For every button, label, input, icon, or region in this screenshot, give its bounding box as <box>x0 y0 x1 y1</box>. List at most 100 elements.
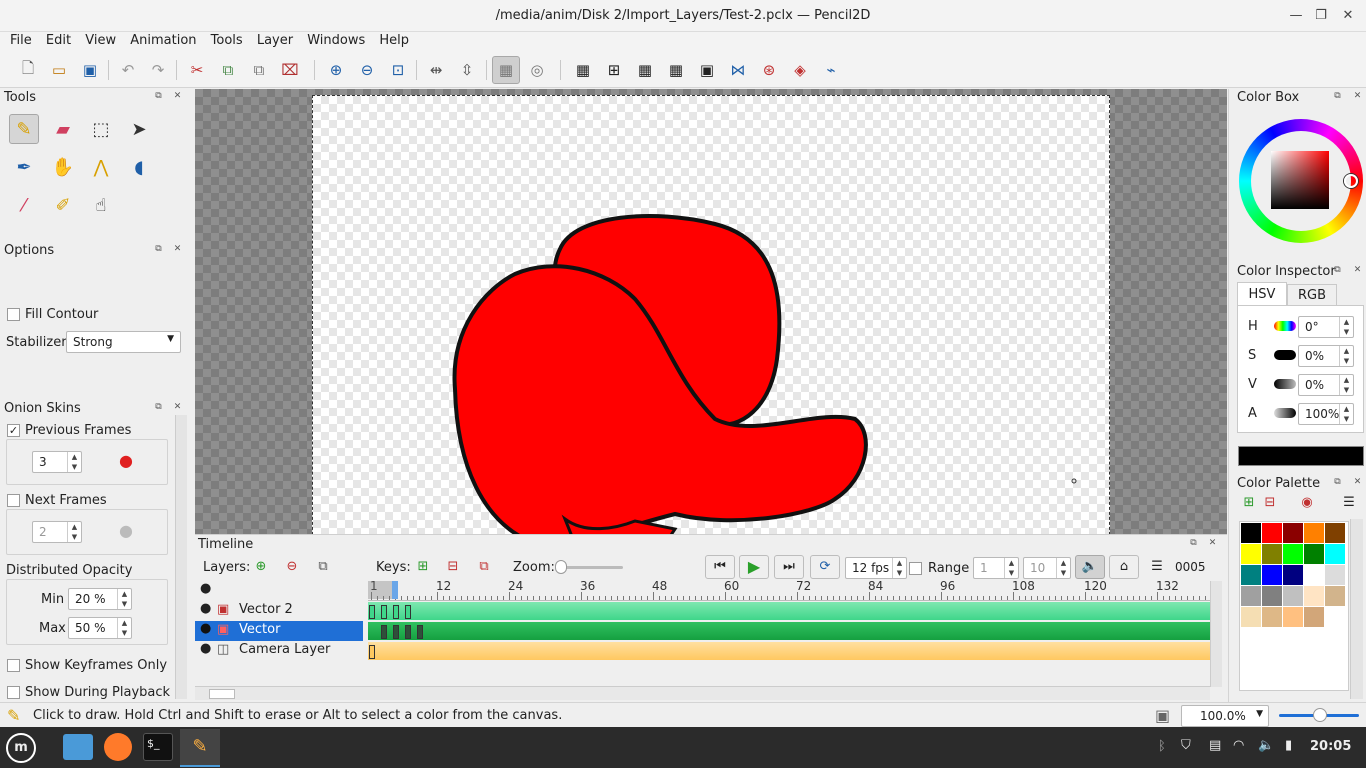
tab-hsv[interactable]: HSV <box>1237 282 1287 306</box>
options-float-button[interactable]: ⧉ <box>154 245 163 254</box>
smudge-icon[interactable]: ☝ <box>86 190 116 220</box>
palette-swatch[interactable] <box>1304 544 1324 564</box>
palette-swatch[interactable] <box>1283 544 1303 564</box>
sound-icon[interactable]: 🔈 <box>1075 555 1105 579</box>
eyedropper-icon[interactable]: ⁄ <box>9 190 39 220</box>
volume-icon[interactable]: 🔈 <box>1258 738 1274 753</box>
files-icon[interactable] <box>63 734 93 760</box>
tools-float-button[interactable]: ⧉ <box>154 92 163 101</box>
center-icon[interactable]: ⊞ <box>603 59 625 81</box>
visibility-dot-icon[interactable]: ● <box>200 581 211 596</box>
palette-swatch[interactable] <box>1283 586 1303 606</box>
redo-icon[interactable]: ↷ <box>147 59 169 81</box>
polyline-icon[interactable]: ⋀ <box>86 152 116 182</box>
pencil2d-icon[interactable]: ✎ <box>180 729 220 767</box>
onion-grey-bulb-icon[interactable]: ● <box>119 521 133 540</box>
remove-layer-icon[interactable]: ⊖ <box>282 559 302 577</box>
select-icon[interactable]: ⬚ <box>86 114 116 144</box>
zoom-select[interactable]: 100.0% ▼ <box>1181 705 1269 727</box>
keyframe[interactable] <box>381 605 387 619</box>
palette-swatch[interactable] <box>1325 523 1345 543</box>
palette-swatch[interactable] <box>1262 565 1282 585</box>
palette-swatch[interactable] <box>1240 522 1262 544</box>
golden-ratio-icon[interactable]: ▦ <box>665 59 687 81</box>
pencil-icon[interactable]: ✎ <box>9 114 39 144</box>
palette-swatch[interactable] <box>1283 607 1303 627</box>
hscroll-handle[interactable] <box>209 689 235 699</box>
stabilizer-select[interactable]: Strong ▼ <box>66 331 181 353</box>
onion-close-button[interactable]: ✕ <box>173 403 182 412</box>
s-spinbox[interactable]: 0% ▲ ▼ <box>1298 345 1354 367</box>
palette-swatch[interactable] <box>1304 523 1324 543</box>
firefox-icon[interactable] <box>104 733 132 761</box>
keyframe[interactable] <box>405 605 411 619</box>
palette-swatch[interactable] <box>1304 607 1324 627</box>
track-camera[interactable] <box>368 642 1210 660</box>
safe-area-icon[interactable]: ▣ <box>696 59 718 81</box>
timeline-float-button[interactable]: ⧉ <box>1189 539 1198 548</box>
palette-swatch[interactable] <box>1283 565 1303 585</box>
menu-edit[interactable]: Edit <box>46 32 71 48</box>
grid-icon[interactable]: ▦ <box>572 59 594 81</box>
show-keyframes-only-checkbox[interactable] <box>7 659 20 672</box>
jump-start-icon[interactable]: ⏮ <box>705 555 735 579</box>
next-frames-spinbox[interactable]: 2 ▲ ▼ <box>32 521 82 543</box>
inspector-float-button[interactable]: ⧉ <box>1333 266 1342 275</box>
palette-swatch[interactable] <box>1262 607 1282 627</box>
timeline-settings-icon[interactable]: ☰ <box>1147 559 1167 577</box>
bucket-icon[interactable]: ◖ <box>124 152 154 182</box>
h-spinbox[interactable]: 0° ▲ ▼ <box>1298 316 1354 338</box>
palette-swatch[interactable] <box>1304 586 1324 606</box>
eraser-icon[interactable]: ▰ <box>48 114 78 144</box>
onion-red-bulb-icon[interactable]: ● <box>119 451 133 470</box>
palette-swatch[interactable] <box>1283 523 1303 543</box>
palette-swatch[interactable] <box>1241 544 1261 564</box>
timeline-vscrollbar[interactable] <box>1210 581 1222 687</box>
save-icon[interactable]: ▣ <box>79 59 101 81</box>
fps-spinbox[interactable]: 12 fps ▲ ▼ <box>845 557 907 579</box>
bluetooth-icon[interactable]: ᛒ <box>1158 739 1166 754</box>
flip-vertical-icon[interactable]: ⇳ <box>456 59 478 81</box>
maximize-button[interactable]: ❐ <box>1311 6 1331 26</box>
menu-help[interactable]: Help <box>379 32 409 48</box>
tab-rgb[interactable]: RGB <box>1287 284 1337 306</box>
keyframe[interactable] <box>381 625 387 639</box>
new-file-icon[interactable]: 🗋 <box>17 59 39 81</box>
palette-swatch[interactable] <box>1304 565 1324 585</box>
menu-view[interactable]: View <box>85 32 116 48</box>
zoom-status-handle[interactable] <box>1313 708 1327 722</box>
min-opacity-spinbox[interactable]: 20 % ▲ ▼ <box>68 588 132 610</box>
paste-icon[interactable]: ⧉ <box>248 59 270 81</box>
add-layer-icon[interactable]: ⊕ <box>251 559 271 577</box>
palette-swatch[interactable] <box>1325 586 1345 606</box>
visibility-dot-icon[interactable]: ● <box>200 601 211 616</box>
timeline-hscrollbar[interactable] <box>195 686 1210 700</box>
loop-icon[interactable]: ⟳ <box>810 555 840 579</box>
clear-icon[interactable]: ⌧ <box>279 59 301 81</box>
brush-icon[interactable]: ✐ <box>48 190 78 220</box>
menu-tools[interactable]: Tools <box>211 32 243 48</box>
wifi-icon[interactable]: ◠ <box>1233 738 1244 753</box>
zoom-slider-handle[interactable] <box>555 560 567 574</box>
range-start-spinbox[interactable]: 1 ▲ ▼ <box>973 557 1019 579</box>
palette-swatch[interactable] <box>1325 565 1345 585</box>
menu-file[interactable]: File <box>10 32 32 48</box>
copy-icon[interactable]: ⧉ <box>217 59 239 81</box>
layer-row-vector[interactable]: ● ▣ Vector <box>195 621 363 641</box>
onion-scrollbar[interactable] <box>175 415 187 699</box>
palette-swatch[interactable] <box>1241 607 1261 627</box>
v-spinbox[interactable]: 0% ▲ ▼ <box>1298 374 1354 396</box>
shield-icon[interactable]: ⛉ <box>1181 738 1191 753</box>
keyframe[interactable] <box>417 625 423 639</box>
duplicate-layer-icon[interactable]: ⧉ <box>313 559 333 577</box>
hand-icon[interactable]: ✋ <box>48 152 78 182</box>
color-wheel-icon[interactable]: ◈ <box>789 59 811 81</box>
terminal-icon[interactable]: $_ <box>143 733 173 761</box>
palette-swatch[interactable] <box>1325 544 1345 564</box>
drawing-canvas[interactable] <box>195 89 1227 534</box>
sound-scrub-icon[interactable]: ⌂ <box>1109 555 1139 579</box>
battery-icon[interactable]: ▮ <box>1285 738 1292 753</box>
saturation-value-square[interactable] <box>1271 151 1329 209</box>
a-spinbox[interactable]: 100% ▲ ▼ <box>1298 403 1354 425</box>
zoom-fit-icon[interactable]: ⊡ <box>387 59 409 81</box>
